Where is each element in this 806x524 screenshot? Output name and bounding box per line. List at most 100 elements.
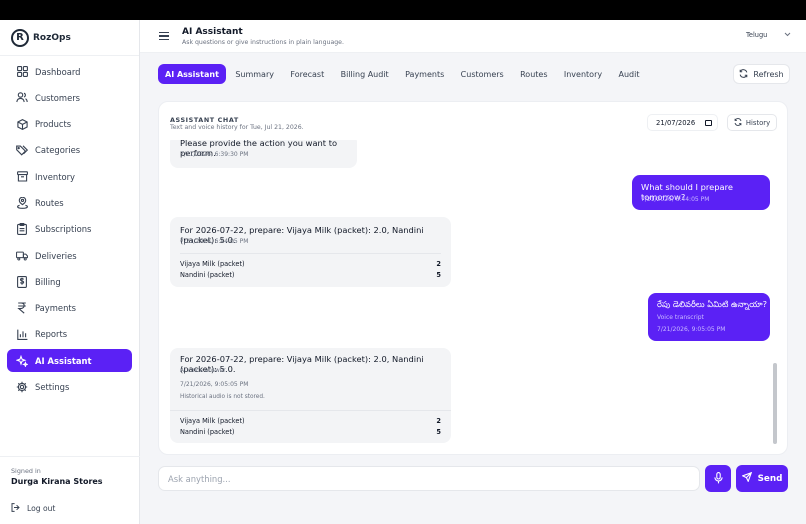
logout-label: Log out — [27, 504, 56, 513]
sidebar-item-inventory[interactable]: Inventory — [7, 165, 132, 188]
rupee-icon — [16, 302, 28, 314]
menu-icon[interactable] — [159, 30, 169, 42]
chat-input[interactable] — [168, 473, 699, 484]
chat-subtitle: Text and voice history for Tue, Jul 21, … — [170, 124, 304, 131]
history-label: History — [745, 118, 771, 127]
sidebar-item-billing[interactable]: Billing — [7, 270, 132, 293]
history-icon — [734, 117, 742, 128]
item-name: Vijaya Milk (packet) — [180, 417, 245, 425]
message-time: 7/21/2026, 9:05:05 PM — [180, 381, 249, 388]
refresh-icon — [739, 68, 748, 80]
refresh-label: Refresh — [753, 69, 784, 79]
sidebar: R RozOps Dashboard Customers Products Ca… — [0, 20, 140, 524]
sidebar-item-label: Dashboard — [35, 66, 81, 77]
brand[interactable]: R RozOps — [0, 20, 139, 56]
user-message: What should I prepare tomorrow? 7/21/202… — [632, 175, 770, 210]
refresh-button[interactable]: Refresh — [733, 64, 790, 84]
tab-audit[interactable]: Audit — [611, 64, 646, 84]
chat-thread[interactable]: Please provide the action you want to pe… — [159, 140, 787, 450]
tab-ai-assistant[interactable]: AI Assistant — [158, 64, 226, 84]
item-list: Vijaya Milk (packet) 2 Nandini (packet) … — [180, 253, 441, 279]
gear-icon — [16, 381, 28, 393]
sidebar-nav: Dashboard Customers Products Categories … — [0, 56, 139, 399]
tab-forecast[interactable]: Forecast — [283, 64, 331, 84]
sidebar-item-customers[interactable]: Customers — [7, 86, 132, 109]
voice-answer-label: AI voice answer — [180, 368, 226, 374]
sidebar-item-label: AI Assistant — [35, 355, 92, 366]
sidebar-item-routes[interactable]: Routes — [7, 191, 132, 214]
chat-scrollbar[interactable] — [773, 363, 777, 444]
sparkles-icon — [16, 354, 28, 367]
sidebar-item-label: Settings — [35, 382, 70, 393]
brand-name: RozOps — [33, 32, 71, 43]
tab-routes[interactable]: Routes — [513, 64, 554, 84]
sidebar-item-reports[interactable]: Reports — [7, 323, 132, 346]
tags-icon — [16, 144, 28, 156]
list-item: Nandini (packet) 5 — [180, 271, 441, 279]
message-time: 7/21/2026, 6:44:05 PM — [641, 196, 710, 203]
item-qty: 2 — [436, 417, 441, 425]
top-bar: AI Assistant Ask questions or give instr… — [140, 20, 806, 53]
sidebar-item-subscriptions[interactable]: Subscriptions — [7, 218, 132, 241]
sidebar-item-label: Inventory — [35, 171, 76, 182]
tab-customers[interactable]: Customers — [454, 64, 511, 84]
assistant-message: Please provide the action you want to pe… — [170, 140, 357, 168]
message-text: రేపు డెలివరీలు ఏమిటి ఉన్నాయా? — [657, 299, 768, 309]
item-qty: 5 — [436, 271, 441, 279]
signed-in-label: Signed in — [11, 467, 41, 475]
sidebar-item-label: Payments — [35, 303, 77, 314]
grid-icon — [16, 66, 28, 78]
app-window: R RozOps Dashboard Customers Products Ca… — [0, 20, 806, 524]
tab-inventory[interactable]: Inventory — [557, 64, 609, 84]
sidebar-item-dashboard[interactable]: Dashboard — [7, 60, 132, 83]
microphone-button[interactable] — [705, 465, 731, 492]
bar-chart-icon — [16, 328, 28, 340]
tab-payments[interactable]: Payments — [398, 64, 451, 84]
sidebar-item-products[interactable]: Products — [7, 113, 132, 136]
audio-note: Historical audio is not stored. — [180, 394, 265, 400]
item-qty: 2 — [436, 260, 441, 268]
microphone-icon — [713, 469, 723, 488]
assistant-message: For 2026-07-22, prepare: Vijaya Milk (pa… — [170, 217, 451, 287]
archive-icon — [16, 171, 28, 183]
page-title: AI Assistant — [182, 26, 243, 37]
store-name: Durga Kirana Stores — [11, 477, 103, 486]
chat-input-box[interactable] — [158, 466, 700, 491]
message-time: 7/21/2026, 9:05:05 PM — [657, 326, 726, 333]
tab-summary[interactable]: Summary — [228, 64, 281, 84]
sidebar-item-payments[interactable]: Payments — [7, 297, 132, 320]
tab-bar: AI Assistant Summary Forecast Billing Au… — [158, 64, 649, 84]
main-panel: AI Assistant Ask questions or give instr… — [140, 20, 806, 524]
sidebar-item-label: Subscriptions — [35, 224, 92, 235]
sidebar-item-settings[interactable]: Settings — [7, 376, 132, 399]
date-picker[interactable]: 21/07/2026 — [647, 114, 718, 131]
sidebar-item-label: Categories — [35, 145, 81, 156]
sidebar-item-deliveries[interactable]: Deliveries — [7, 244, 132, 267]
list-item: Vijaya Milk (packet) 2 — [180, 260, 441, 268]
item-qty: 5 — [436, 428, 441, 436]
item-name: Nandini (packet) — [180, 271, 235, 279]
item-name: Vijaya Milk (packet) — [180, 260, 245, 268]
message-time: 7/21/2026, 6:44:05 PM — [180, 238, 249, 245]
user-voice-message: రేపు డెలివరీలు ఏమిటి ఉన్నాయా? Voice tran… — [648, 293, 770, 341]
page-subtitle: Ask questions or give instructions in pl… — [182, 38, 344, 46]
send-icon — [740, 471, 752, 485]
sidebar-item-label: Reports — [35, 329, 68, 340]
item-name: Nandini (packet) — [180, 428, 235, 436]
assistant-voice-message: For 2026-07-22, prepare: Vijaya Milk (pa… — [170, 348, 451, 443]
voice-transcript-label: Voice transcript — [657, 314, 704, 321]
tab-billing-audit[interactable]: Billing Audit — [334, 64, 396, 84]
users-icon — [16, 92, 28, 104]
logout-button[interactable]: Log out — [11, 503, 129, 514]
box-icon — [16, 118, 28, 130]
sidebar-item-categories[interactable]: Categories — [7, 139, 132, 162]
send-button[interactable]: Send — [736, 465, 788, 492]
language-select[interactable]: Telugu — [738, 27, 796, 43]
list-item: Vijaya Milk (packet) 2 — [180, 417, 441, 425]
assistant-chat-card: ASSISTANT CHAT Text and voice history fo… — [158, 101, 788, 455]
history-button[interactable]: History — [727, 114, 777, 131]
send-label: Send — [757, 473, 783, 484]
clipboard-icon — [16, 223, 28, 236]
sidebar-item-ai-assistant[interactable]: AI Assistant — [7, 349, 132, 373]
chevron-down-icon — [784, 31, 791, 39]
